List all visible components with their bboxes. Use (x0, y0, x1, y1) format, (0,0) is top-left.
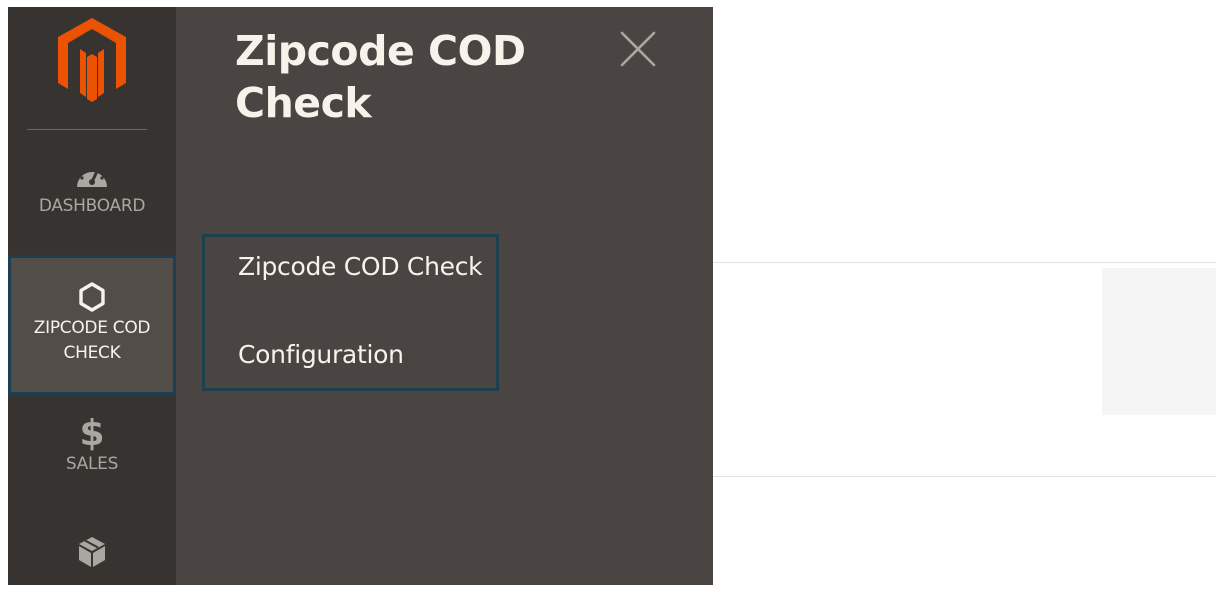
sidebar-item-catalog[interactable] (8, 535, 176, 592)
hexagon-icon (77, 281, 107, 313)
flyout-title: Zipcode COD Check (235, 27, 526, 127)
dashboard-gauge-icon (74, 160, 110, 190)
sidebar-item-sales[interactable]: $ SALES (8, 412, 176, 502)
admin-sidebar: DASHBOARD ZIPCODE COD CHECK $ SALES (8, 7, 176, 585)
sidebar-item-label: DASHBOARD (38, 196, 146, 216)
sidebar-item-label: SALES (65, 454, 119, 474)
content-panel-right (1102, 268, 1216, 415)
dollar-icon: $ (77, 412, 107, 454)
submenu-group: Zipcode COD Check Configuration (202, 234, 499, 391)
sidebar-item-label-line1: ZIPCODE COD (33, 318, 151, 338)
content-panel-left (713, 268, 1102, 415)
sidebar-item-dashboard[interactable]: DASHBOARD (8, 160, 176, 240)
sidebar-item-zipcode-cod-check[interactable]: ZIPCODE COD CHECK (8, 255, 176, 395)
submenu-flyout: Zipcode COD Check Zipcode COD Check Conf… (176, 7, 713, 585)
box-icon (77, 535, 107, 569)
logo-divider (27, 129, 147, 130)
submenu-link-configuration[interactable]: Configuration (238, 339, 404, 371)
sidebar-item-label-line2: CHECK (63, 343, 121, 363)
content-divider-top (713, 262, 1216, 263)
svg-text:$: $ (79, 413, 104, 452)
magento-logo-icon[interactable] (56, 13, 128, 105)
content-divider-bottom (713, 476, 1216, 477)
close-icon[interactable] (618, 29, 658, 69)
submenu-link-zipcode-cod-check[interactable]: Zipcode COD Check (238, 251, 483, 283)
